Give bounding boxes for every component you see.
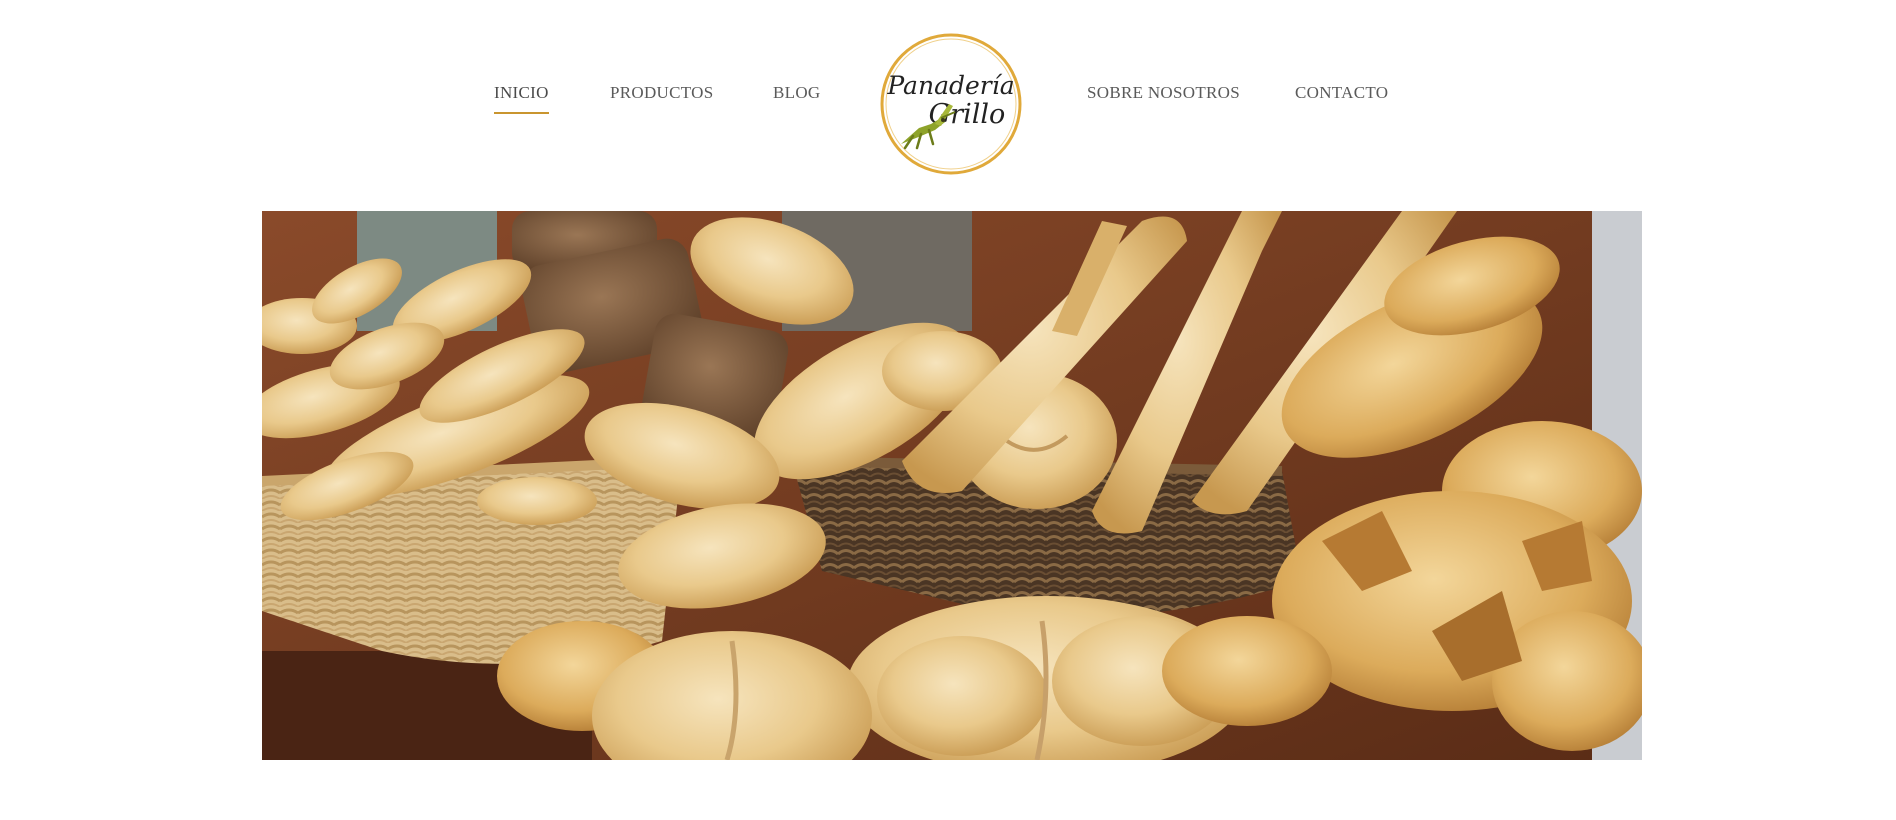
hero-image — [262, 211, 1642, 760]
bread-baskets-photo — [262, 211, 1642, 760]
nav-link-sobre-nosotros[interactable]: SOBRE NOSOTROS — [1087, 82, 1240, 104]
page: INICIO PRODUCTOS BLOG Panadería Grillo S… — [0, 0, 1896, 820]
main-navigation: INICIO PRODUCTOS BLOG Panadería Grillo S… — [0, 0, 1896, 200]
nav-label-productos: PRODUCTOS — [610, 83, 714, 102]
nav-link-productos[interactable]: PRODUCTOS — [610, 82, 713, 104]
logo-emblem: Panadería Grillo — [880, 33, 1022, 175]
nav-label-blog: BLOG — [773, 83, 821, 102]
nav-label-contacto: CONTACTO — [1295, 83, 1389, 102]
nav-link-contacto[interactable]: CONTACTO — [1295, 82, 1388, 104]
nav-label-sobre-nosotros: SOBRE NOSOTROS — [1087, 83, 1240, 102]
nav-link-blog[interactable]: BLOG — [773, 82, 820, 104]
active-nav-underline — [494, 112, 549, 114]
brand-logo[interactable]: Panadería Grillo — [879, 32, 1023, 176]
logo-line-1: Panadería — [886, 71, 1014, 100]
nav-link-inicio[interactable]: INICIO — [494, 82, 549, 114]
nav-label-inicio: INICIO — [494, 83, 549, 102]
